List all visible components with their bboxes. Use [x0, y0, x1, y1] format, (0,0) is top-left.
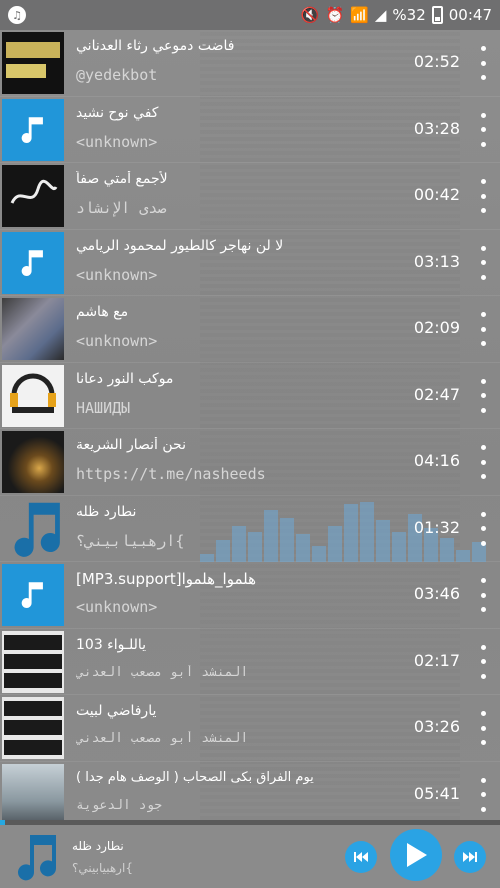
- album-art: [2, 697, 64, 759]
- now-playing-artist: ارهبيابيني؟{: [72, 861, 133, 875]
- track-duration: 05:41: [413, 783, 460, 803]
- play-button[interactable]: [390, 829, 442, 881]
- more-options-icon[interactable]: [478, 578, 488, 612]
- music-note-icon: [2, 564, 64, 626]
- track-row[interactable]: لأجمع أمتي صفاً صدى الإنشاد 00:42: [0, 163, 500, 230]
- album-art: [2, 630, 64, 693]
- track-duration: 04:16: [413, 451, 460, 470]
- track-title: يوم الفراق بكى الصحاب ( الوصف هام جدا ): [76, 769, 314, 785]
- album-art: [2, 165, 64, 227]
- music-note-icon: [2, 98, 64, 161]
- track-artist: صدى الإنشاد: [76, 199, 167, 217]
- track-row[interactable]: لا لن نهاجر كالطيور لمحمود الريامي <unkn…: [0, 230, 500, 296]
- track-row[interactable]: [MP3.support]هلموا_هلموا <unknown> 03:46: [0, 562, 500, 629]
- track-artist: المنشد أبو مصعب العدني: [76, 731, 249, 746]
- track-artist: <unknown>: [76, 132, 158, 151]
- track-artist: https://t.me/nasheeds: [76, 465, 266, 483]
- track-row-active[interactable]: نطارد ظله ارهبيابيني؟{ 01:32: [0, 495, 500, 562]
- track-artist: <unknown>: [76, 265, 158, 284]
- track-duration: 00:42: [413, 185, 460, 204]
- more-options-icon[interactable]: [478, 644, 488, 679]
- track-duration: 01:32: [413, 517, 460, 537]
- clock: 00:47: [448, 6, 492, 24]
- track-duration: 03:13: [413, 251, 460, 271]
- more-options-icon[interactable]: [478, 312, 488, 346]
- music-note-icon: [18, 835, 57, 881]
- more-options-icon[interactable]: [478, 112, 488, 147]
- track-title: نطارد ظله: [76, 503, 137, 520]
- music-note-icon: [2, 231, 64, 294]
- skip-next-icon: [463, 852, 477, 862]
- track-title: فاضت دموعي رثاء العدناني: [76, 38, 235, 54]
- more-options-icon[interactable]: [478, 445, 488, 479]
- album-art: [2, 431, 64, 493]
- wifi-icon: 📶: [350, 5, 369, 24]
- play-icon: [407, 843, 427, 867]
- track-duration: 03:46: [413, 584, 460, 603]
- track-duration: 02:52: [413, 52, 460, 71]
- more-options-icon[interactable]: [478, 245, 488, 280]
- more-options-icon[interactable]: [478, 511, 488, 546]
- alarm-icon: ⏰: [325, 5, 345, 24]
- track-artist: <unknown>: [76, 598, 158, 616]
- track-row[interactable]: فاضت دموعي رثاء العدناني @yedekbot 02:52: [0, 30, 500, 97]
- track-title: مع هاشم: [76, 304, 129, 320]
- track-duration: 03:28: [413, 118, 460, 138]
- track-artist: <unknown>: [76, 332, 158, 350]
- track-title: لا لن نهاجر كالطيور لمحمود الريامي: [76, 237, 284, 254]
- track-title: [MP3.support]هلموا_هلموا: [76, 570, 257, 588]
- skip-previous-icon: [354, 852, 368, 862]
- track-list[interactable]: فاضت دموعي رثاء العدناني @yedekbot 02:52…: [0, 30, 500, 820]
- album-art: [2, 298, 64, 360]
- next-button[interactable]: [454, 841, 486, 873]
- battery-icon: [431, 6, 443, 24]
- track-row[interactable]: يوم الفراق بكى الصحاب ( الوصف هام جدا ) …: [0, 762, 500, 820]
- mute-icon: 🔇: [300, 5, 320, 24]
- now-playing-title: نطارد ظله: [72, 839, 124, 853]
- track-row[interactable]: يارفاضي لبيت المنشد أبو مصعب العدني 03:2…: [0, 695, 500, 762]
- track-duration: 02:17: [413, 650, 460, 670]
- more-options-icon[interactable]: [478, 777, 488, 812]
- track-duration: 02:47: [413, 384, 460, 404]
- track-row[interactable]: نحن أنصار الشريعة https://t.me/nasheeds …: [0, 429, 500, 496]
- track-title: كفي نوح نشيد: [76, 104, 159, 121]
- track-row[interactable]: ياللـواء 103 المنشد أبو مصعب العدني 02:1…: [0, 629, 500, 695]
- album-art: [2, 32, 64, 94]
- track-artist: НАШИДЫ: [76, 398, 131, 417]
- music-note-icon: [14, 502, 60, 557]
- more-options-icon[interactable]: [478, 179, 488, 213]
- signal-icon: ◢: [374, 5, 387, 24]
- track-artist: المنشد أبو مصعب العدني: [76, 664, 249, 680]
- track-artist: جود الدعوية: [76, 797, 163, 813]
- mini-player[interactable]: نطارد ظله ارهبيابيني؟{: [0, 825, 500, 888]
- more-options-icon[interactable]: [478, 46, 488, 80]
- track-title: يارفاضي لبيت: [76, 703, 157, 719]
- battery-percent: %32: [392, 6, 426, 24]
- album-art: [2, 763, 64, 820]
- track-duration: 03:26: [413, 717, 460, 736]
- track-artist: ارهبيابيني؟{: [76, 531, 185, 550]
- track-row[interactable]: موكب النور دعانا НАШИДЫ 02:47: [0, 363, 500, 429]
- more-options-icon[interactable]: [478, 711, 488, 745]
- music-notification-icon: ♫: [8, 6, 26, 24]
- more-options-icon[interactable]: [478, 378, 488, 413]
- status-bar: ♫ 🔇 ⏰ 📶 ◢ %32 00:47: [0, 0, 500, 30]
- album-art: [2, 364, 64, 427]
- track-title: موكب النور دعانا: [76, 370, 174, 387]
- track-title: لأجمع أمتي صفاً: [76, 171, 168, 187]
- track-row[interactable]: مع هاشم <unknown> 02:09: [0, 296, 500, 363]
- track-row[interactable]: كفي نوح نشيد <unknown> 03:28: [0, 97, 500, 163]
- track-duration: 02:09: [413, 318, 460, 337]
- track-artist: @yedekbot: [76, 66, 158, 84]
- track-title: نحن أنصار الشريعة: [76, 437, 186, 453]
- previous-button[interactable]: [345, 841, 377, 873]
- track-title: ياللـواء 103: [76, 636, 147, 653]
